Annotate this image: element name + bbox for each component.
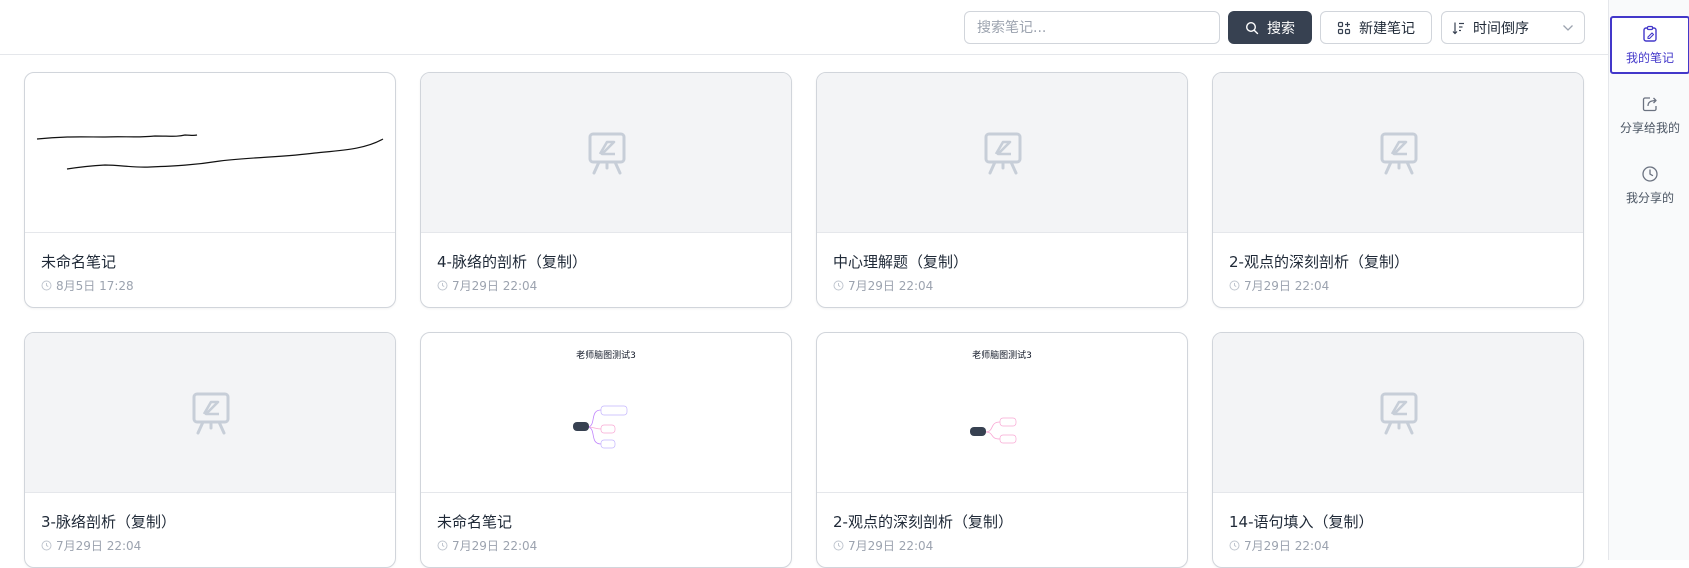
note-card[interactable]: 老师脑图测试3 2-观点的深刻剖析（复制） 7月29日 22:04: [816, 332, 1188, 568]
sketch-drawing: [36, 134, 384, 170]
chevron-down-icon: [1563, 24, 1573, 31]
mindmap-preview: [573, 405, 628, 449]
note-card[interactable]: 14-语句填入（复制） 7月29日 22:04: [1212, 332, 1584, 568]
sidebar-item-label: 我的笔记: [1625, 50, 1674, 65]
search-button-label: 搜索: [1267, 20, 1295, 37]
note-time-text: 7月29日 22:04: [848, 539, 934, 553]
note-thumbnail: [421, 73, 791, 233]
note-title: 4-脉络的剖析（复制）: [437, 253, 587, 271]
new-note-icon: [1337, 21, 1351, 34]
note-thumbnail: [1213, 333, 1583, 493]
sidebar: 我的笔记 分享给我的 我分享的: [1608, 0, 1689, 560]
note-card[interactable]: 2-观点的深刻剖析（复制） 7月29日 22:04: [1212, 72, 1584, 308]
note-title: 中心理解题（复制）: [833, 253, 969, 271]
easel-placeholder-icon: [1380, 392, 1418, 435]
note-thumbnail: [1213, 73, 1583, 233]
clock-icon: [437, 280, 448, 291]
note-time-text: 7月29日 22:04: [56, 539, 142, 553]
note-time-text: 7月29日 22:04: [1244, 539, 1330, 553]
note-title: 未命名笔记: [437, 513, 513, 531]
search-icon: [1245, 21, 1259, 34]
clock-icon: [1229, 280, 1240, 291]
sidebar-item-shared-with-me[interactable]: 分享给我的: [1610, 86, 1689, 144]
note-card[interactable]: 未命名笔记 8月5日 17:28: [24, 72, 396, 308]
mindmap-preview: [970, 417, 1017, 444]
sort-select[interactable]: 时间倒序: [1441, 11, 1585, 44]
clock-icon: [437, 540, 448, 551]
note-thumbnail: 老师脑图测试3: [817, 333, 1187, 493]
note-time-text: 7月29日 22:04: [452, 279, 538, 293]
note-title: 2-观点的深刻剖析（复制）: [833, 513, 1013, 531]
toolbar: 搜索 新建笔记 时间倒序: [0, 0, 1608, 55]
clipboard-edit-icon: [1643, 25, 1657, 42]
notes-grid: 未命名笔记 8月5日 17:28 4-脉络的剖析（复制） 7月29日 22:04…: [24, 72, 1584, 568]
note-card[interactable]: 4-脉络的剖析（复制） 7月29日 22:04: [420, 72, 792, 308]
note-card[interactable]: 中心理解题（复制） 7月29日 22:04: [816, 72, 1188, 308]
note-thumbnail: [817, 73, 1187, 233]
sidebar-item-label: 我分享的: [1625, 190, 1674, 205]
note-card[interactable]: 老师脑图测试3 未命名笔记 7月29日 22:04: [420, 332, 792, 568]
note-time: 7月29日 22:04: [437, 537, 537, 554]
easel-placeholder-icon: [1380, 132, 1418, 175]
note-time: 7月29日 22:04: [833, 277, 933, 294]
clock-icon: [833, 540, 844, 551]
note-thumbnail: 老师脑图测试3: [421, 333, 791, 493]
new-note-button-label: 新建笔记: [1359, 20, 1415, 37]
note-time: 7月29日 22:04: [833, 537, 933, 554]
clock-icon: [1229, 540, 1240, 551]
note-time: 7月29日 22:04: [41, 537, 141, 554]
note-time-text: 7月29日 22:04: [452, 539, 538, 553]
note-time: 7月29日 22:04: [1229, 277, 1329, 294]
search-input[interactable]: [964, 11, 1220, 44]
note-title: 2-观点的深刻剖析（复制）: [1229, 253, 1409, 271]
easel-placeholder-icon: [984, 132, 1022, 175]
note-title: 未命名笔记: [41, 253, 117, 271]
note-title: 3-脉络剖析（复制）: [41, 513, 176, 531]
sidebar-item-my-shared[interactable]: 我分享的: [1610, 156, 1689, 214]
sort-select-label: 时间倒序: [1473, 20, 1529, 37]
sort-icon: [1452, 22, 1464, 34]
main-area: 搜索 新建笔记 时间倒序 未命名笔记 8月5日 17:28: [0, 0, 1608, 568]
easel-placeholder-icon: [192, 392, 230, 435]
clock-icon: [833, 280, 844, 291]
new-note-button[interactable]: 新建笔记: [1320, 11, 1432, 44]
share-icon: [1642, 96, 1657, 111]
note-card[interactable]: 3-脉络剖析（复制） 7月29日 22:04: [24, 332, 396, 568]
note-time-text: 7月29日 22:04: [848, 279, 934, 293]
note-thumbnail: [25, 73, 395, 233]
note-title: 14-语句填入（复制）: [1229, 513, 1374, 531]
sidebar-item-label: 分享给我的: [1619, 120, 1680, 135]
note-time: 7月29日 22:04: [437, 277, 537, 294]
clock-icon: [41, 280, 52, 291]
note-time-text: 7月29日 22:04: [1244, 279, 1330, 293]
note-time: 7月29日 22:04: [1229, 537, 1329, 554]
note-thumbnail: [25, 333, 395, 493]
clock-icon: [41, 540, 52, 551]
clock-icon: [1642, 165, 1658, 182]
easel-placeholder-icon: [588, 132, 626, 175]
search-button[interactable]: 搜索: [1228, 11, 1312, 44]
sidebar-item-my-notes[interactable]: 我的笔记: [1610, 16, 1689, 74]
note-time-text: 8月5日 17:28: [56, 279, 134, 293]
note-time: 8月5日 17:28: [41, 277, 134, 294]
